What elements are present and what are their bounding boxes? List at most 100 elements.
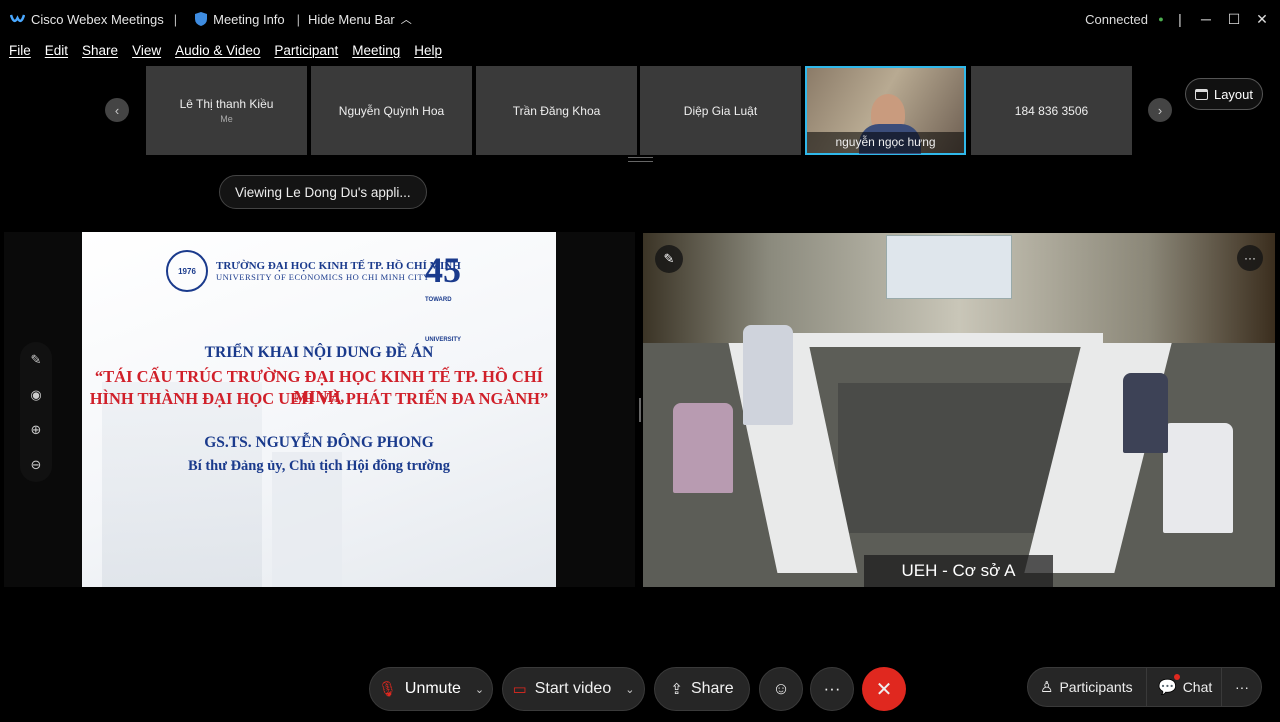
menu-bar: File Edit Share View Audio & Video Parti… (0, 38, 447, 62)
more-options-icon[interactable]: ··· (1237, 245, 1263, 271)
webex-logo-icon (9, 13, 26, 25)
filmstrip-next-button[interactable]: › (1148, 98, 1172, 122)
filmstrip-resize-handle[interactable] (628, 157, 653, 162)
room-person (1123, 373, 1168, 453)
meeting-info-button[interactable]: Meeting Info (195, 12, 285, 27)
participants-button[interactable]: ♙ Participants (1040, 668, 1133, 706)
menu-audio-video[interactable]: Audio & Video (166, 43, 265, 58)
connection-status: Connected (1085, 11, 1148, 27)
presenter-title: Bí thư Đảng ủy, Chủ tịch Hội đồng trường (188, 458, 450, 474)
participants-label: Participants (1059, 679, 1133, 695)
chevron-right-icon: › (1157, 102, 1163, 118)
menu-participant[interactable]: Participant (265, 43, 343, 58)
hide-menu-bar-button[interactable]: Hide Menu Bar ︿ (308, 11, 412, 27)
mic-muted-icon: 🎙 (377, 681, 397, 698)
layout-label: Layout (1213, 86, 1254, 102)
start-video-label: Start video (534, 680, 612, 697)
share-icon: ⇪ (670, 681, 683, 698)
participant-tile[interactable]: Diệp Gia Luật (640, 66, 801, 155)
filmstrip-prev-button[interactable]: ‹ (105, 98, 129, 122)
participant-name: Lê Thị thanh Kiều (179, 97, 274, 111)
room-person (743, 325, 793, 425)
university-seal-logo: 1976 (166, 250, 208, 292)
menu-file[interactable]: File (0, 43, 36, 58)
reactions-button[interactable]: ☺ (759, 667, 803, 711)
layout-icon (1194, 88, 1208, 100)
anniversary-45-logo: 45 TOWARD UNIVERSITY (425, 250, 471, 343)
chevron-left-icon: ‹ (114, 102, 120, 118)
zoom-in-icon[interactable]: ⊕ (31, 422, 42, 438)
pin-icon[interactable]: ✎ (655, 245, 683, 273)
menu-share[interactable]: Share (73, 43, 123, 58)
participant-tile[interactable]: 184 836 3506 (971, 66, 1132, 155)
conference-table (793, 333, 1103, 347)
unmute-label: Unmute (404, 680, 461, 697)
participant-tile[interactable]: Lê Thị thanh Kiều Me (146, 66, 307, 155)
maximize-button[interactable]: ☐ (1220, 11, 1248, 28)
zoom-out-icon[interactable]: ⊖ (31, 457, 42, 473)
minimize-button[interactable]: ─ (1192, 11, 1220, 27)
chat-bubble-icon: 💬 (1158, 679, 1177, 696)
room-carpet (838, 383, 1073, 533)
start-video-button[interactable]: ▭ Start video ⌄ (502, 667, 645, 711)
title-separator: | (173, 11, 178, 27)
close-button[interactable]: ✕ (1248, 11, 1276, 28)
chat-button[interactable]: 💬 Chat (1158, 668, 1212, 706)
annotate-pen-icon[interactable]: ✎ (31, 352, 42, 368)
participant-name: nguyễn ngọc hưng (807, 132, 964, 153)
participant-tile[interactable]: Trần Đăng Khoa (476, 66, 637, 155)
share-label: Share (690, 680, 734, 697)
room-person (1163, 423, 1233, 533)
person-icon: ♙ (1040, 679, 1054, 696)
room-projector-screen (886, 235, 1012, 299)
more-dots-icon: ··· (823, 679, 841, 698)
video-off-icon: ▭ (512, 681, 527, 698)
more-dots-icon: ··· (1235, 679, 1249, 695)
more-button[interactable]: ··· (810, 667, 854, 711)
remote-control-icon[interactable]: ◉ (30, 387, 41, 403)
presenter-name: GS.TS. NGUYỄN ĐÔNG PHONG (204, 434, 434, 451)
room-person (673, 403, 733, 493)
panel-splitter[interactable] (639, 398, 641, 422)
annotation-toolbar: ✎ ◉ ⊕ ⊖ (20, 342, 52, 482)
presentation-slide: 1976 TRƯỜNG ĐẠI HỌC KINH TẾ TP. HỒ CHÍ M… (82, 232, 556, 587)
chevron-up-icon: ︿ (400, 14, 412, 26)
meeting-info-label: Meeting Info (213, 11, 285, 27)
viewing-label: Viewing Le Dong Du's appli... (235, 184, 411, 200)
participant-tile-active-speaker[interactable]: nguyễn ngọc hưng (805, 66, 966, 155)
status-separator: | (1178, 11, 1182, 27)
room-name-label: UEH - Cơ sở A (864, 555, 1053, 587)
app-title: Cisco Webex Meetings | (9, 11, 178, 27)
slide-title-line-2: HÌNH THÀNH ĐẠI HỌC UEH VÀ PHÁT TRIỂN ĐA … (89, 389, 549, 408)
chevron-down-icon[interactable]: ⌄ (625, 683, 634, 696)
university-logo: 1976 TRƯỜNG ĐẠI HỌC KINH TẾ TP. HỒ CHÍ M… (166, 250, 461, 292)
menu-meeting[interactable]: Meeting (343, 43, 405, 58)
participant-name: 184 836 3506 (1014, 103, 1089, 118)
layout-button[interactable]: Layout (1185, 78, 1263, 110)
webex-window: Cisco Webex Meetings | Meeting Info | Hi… (0, 0, 1280, 722)
close-icon: ✕ (875, 678, 893, 701)
title-separator: | (296, 11, 301, 27)
unread-badge (1174, 674, 1180, 680)
app-name: Cisco Webex Meetings (31, 11, 164, 27)
panel-more-button[interactable]: ··· (1235, 668, 1249, 706)
group-divider (1221, 668, 1222, 706)
panels-group: ♙ Participants 💬 Chat ··· (1027, 667, 1262, 707)
window-controls: Connected ● | ─ ☐ ✕ (1085, 0, 1280, 38)
unmute-button[interactable]: 🎙 Unmute ⌄ (369, 667, 493, 711)
emoji-icon: ☺ (772, 679, 790, 698)
menu-view[interactable]: View (123, 43, 166, 58)
share-button[interactable]: ⇪ Share (654, 667, 750, 711)
chevron-down-icon[interactable]: ⌄ (475, 683, 484, 696)
room-video[interactable]: ✎ ··· UEH - Cơ sở A (643, 233, 1275, 587)
participant-me-label: Me (220, 114, 233, 124)
participant-name: Diệp Gia Luật (683, 103, 758, 118)
menu-help[interactable]: Help (405, 43, 447, 58)
participant-name: Trần Đăng Khoa (512, 103, 601, 118)
menu-edit[interactable]: Edit (36, 43, 73, 58)
leave-meeting-button[interactable]: ✕ (862, 667, 906, 711)
group-divider (1146, 668, 1147, 706)
chat-label: Chat (1182, 679, 1213, 695)
participant-tile[interactable]: Nguyễn Quỳnh Hoa (311, 66, 472, 155)
viewing-share-indicator: Viewing Le Dong Du's appli... (219, 175, 427, 209)
